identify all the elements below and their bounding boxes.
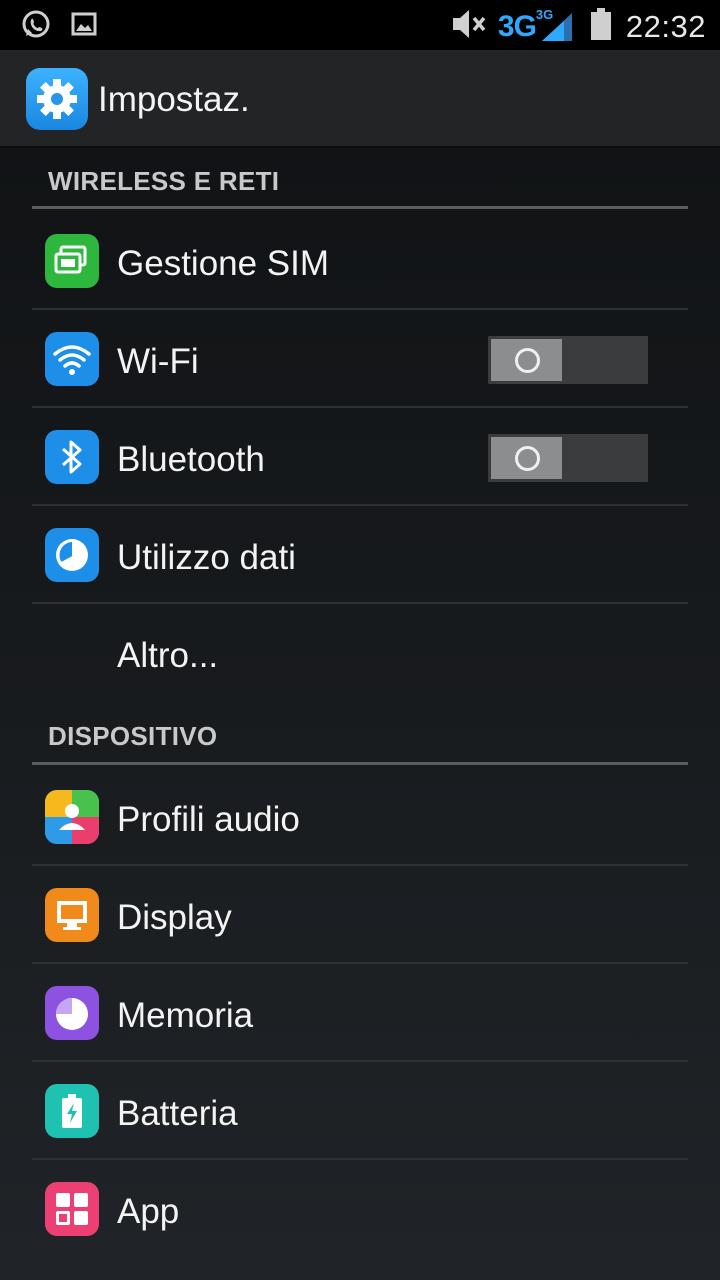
bluetooth-toggle[interactable] <box>488 434 648 482</box>
settings-item-label: Memoria <box>117 996 254 1035</box>
battery-settings-icon <box>45 1084 99 1138</box>
battery-icon <box>590 7 612 46</box>
action-bar: Impostaz. <box>0 50 720 146</box>
wifi-icon <box>45 332 99 386</box>
section-divider <box>32 206 688 209</box>
settings-item-audio-profiles[interactable]: Profili audio <box>32 768 688 866</box>
mute-icon <box>450 6 490 47</box>
settings-item-label: Wi-Fi <box>117 342 199 381</box>
settings-item-battery[interactable]: Batteria <box>32 1062 688 1160</box>
toggle-knob <box>491 437 562 479</box>
settings-item-apps[interactable]: App <box>32 1160 688 1258</box>
section-divider <box>32 762 688 765</box>
settings-item-label: Altro... <box>117 636 219 675</box>
settings-item-label: Gestione SIM <box>117 244 330 283</box>
signal-icon: 3G <box>536 7 576 45</box>
data-usage-icon <box>45 528 99 582</box>
settings-item-label: Display <box>117 898 232 937</box>
settings-screen: 3G 3G 22:32 Impostaz. WIRELESS E RETI Ge… <box>0 0 720 1280</box>
toggle-knob <box>491 339 562 381</box>
audio-profiles-icon <box>45 790 99 844</box>
settings-item-wifi[interactable]: Wi-Fi <box>32 310 688 408</box>
status-bar: 3G 3G 22:32 <box>0 0 720 50</box>
clock: 22:32 <box>625 8 706 44</box>
section-header-device: DISPOSITIVO <box>48 721 218 751</box>
settings-item-label: Utilizzo dati <box>117 538 296 577</box>
memory-icon <box>45 986 99 1040</box>
network-type: 3G <box>497 9 537 43</box>
section-header-wireless: WIRELESS E RETI <box>48 166 280 196</box>
settings-item-label: Bluetooth <box>117 440 265 479</box>
settings-item-label: Batteria <box>117 1094 238 1133</box>
settings-gear-icon[interactable] <box>26 68 88 130</box>
whatsapp-icon <box>20 9 52 46</box>
page-title: Impostaz. <box>98 80 250 119</box>
settings-item-label: Profili audio <box>117 800 300 839</box>
settings-item-more[interactable]: Altro... <box>32 604 688 702</box>
wifi-toggle[interactable] <box>488 336 648 384</box>
apps-icon <box>45 1182 99 1236</box>
bluetooth-icon <box>45 430 99 484</box>
settings-item-sim[interactable]: Gestione SIM <box>32 212 688 310</box>
settings-item-memory[interactable]: Memoria <box>32 964 688 1062</box>
gallery-icon <box>70 9 98 46</box>
settings-item-data-usage[interactable]: Utilizzo dati <box>32 506 688 604</box>
settings-item-display[interactable]: Display <box>32 866 688 964</box>
display-icon <box>45 888 99 942</box>
settings-item-label: App <box>117 1192 180 1231</box>
sim-icon <box>45 234 99 288</box>
settings-item-bluetooth[interactable]: Bluetooth <box>32 408 688 506</box>
